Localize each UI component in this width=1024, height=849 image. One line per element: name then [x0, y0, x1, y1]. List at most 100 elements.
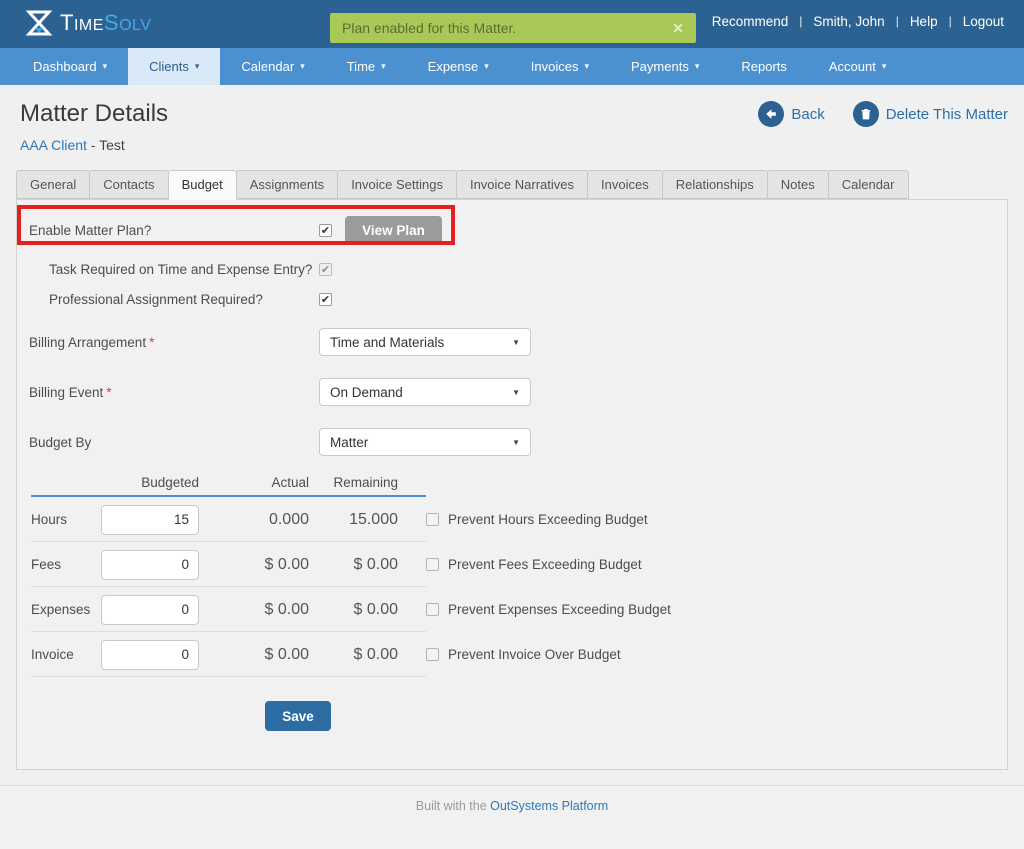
outsystems-link[interactable]: OutSystems Platform	[490, 799, 608, 813]
select-caret-icon: ▼	[512, 438, 520, 447]
professional-assignment-label: Professional Assignment Required?	[49, 292, 319, 307]
fees-remaining: $ 0.00	[309, 556, 398, 574]
nav-calendar[interactable]: Calendar▾	[220, 48, 325, 85]
billing-event-row: Billing Event* On Demand ▼	[17, 370, 1007, 414]
hours-remaining: 15.000	[309, 511, 398, 529]
select-caret-icon: ▼	[512, 338, 520, 347]
expenses-remaining: $ 0.00	[309, 601, 398, 619]
back-button[interactable]: Back	[758, 101, 824, 127]
tab-invoice-narratives[interactable]: Invoice Narratives	[456, 170, 588, 199]
tab-invoices[interactable]: Invoices	[587, 170, 663, 199]
user-link[interactable]: Smith, John	[813, 14, 884, 29]
budget-table-header: Budgeted Actual Remaining	[17, 464, 1007, 490]
separator: |	[896, 14, 899, 28]
tab-general[interactable]: General	[16, 170, 90, 199]
nav-account[interactable]: Account▾	[808, 48, 908, 85]
caret-down-icon: ▾	[584, 61, 589, 72]
expenses-budgeted-input[interactable]	[101, 595, 199, 625]
hourglass-logo-icon	[24, 8, 54, 38]
logo-text: TimeSolv	[60, 10, 151, 36]
tab-budget[interactable]: Budget	[168, 170, 237, 200]
invoice-budgeted-input[interactable]	[101, 640, 199, 670]
task-required-row: Task Required on Time and Expense Entry?…	[17, 254, 1007, 284]
billing-arrangement-row: Billing Arrangement* Time and Materials …	[17, 320, 1007, 364]
recommend-link[interactable]: Recommend	[712, 14, 789, 29]
budgeted-header: Budgeted	[101, 475, 199, 490]
tab-notes[interactable]: Notes	[767, 170, 829, 199]
budget-by-select[interactable]: Matter ▼	[319, 428, 531, 456]
separator: |	[949, 14, 952, 28]
enable-matter-plan-label: Enable Matter Plan?	[29, 223, 319, 238]
help-link[interactable]: Help	[910, 14, 938, 29]
billing-arrangement-select[interactable]: Time and Materials ▼	[319, 328, 531, 356]
expenses-label: Expenses	[31, 602, 101, 617]
tab-assignments[interactable]: Assignments	[236, 170, 338, 199]
tab-relationships[interactable]: Relationships	[662, 170, 768, 199]
caret-down-icon: ▾	[381, 61, 386, 72]
notification-banner: Plan enabled for this Matter. ✕	[330, 13, 696, 43]
invoice-row: Invoice $ 0.00 $ 0.00 Prevent Invoice Ov…	[17, 632, 1007, 677]
trash-icon	[853, 101, 879, 127]
prevent-expenses-label: Prevent Expenses Exceeding Budget	[448, 602, 671, 617]
remaining-header: Remaining	[309, 475, 398, 490]
nav-payments[interactable]: Payments▾	[610, 48, 720, 85]
tab-contacts[interactable]: Contacts	[89, 170, 168, 199]
matter-name: Test	[99, 137, 125, 153]
logout-link[interactable]: Logout	[963, 14, 1004, 29]
invoice-label: Invoice	[31, 647, 101, 662]
nav-invoices[interactable]: Invoices▾	[510, 48, 610, 85]
billing-arrangement-label: Billing Arrangement	[29, 335, 146, 350]
timesolv-logo[interactable]: TimeSolv	[24, 8, 151, 38]
actual-header: Actual	[199, 475, 309, 490]
save-button[interactable]: Save	[265, 701, 331, 731]
hours-label: Hours	[31, 512, 101, 527]
caret-down-icon: ▾	[103, 61, 108, 72]
close-icon[interactable]: ✕	[672, 20, 684, 37]
billing-event-select[interactable]: On Demand ▼	[319, 378, 531, 406]
tab-calendar[interactable]: Calendar	[828, 170, 909, 199]
nav-time[interactable]: Time▾	[326, 48, 407, 85]
tab-invoice-settings[interactable]: Invoice Settings	[337, 170, 457, 199]
prevent-fees-checkbox[interactable]	[426, 558, 439, 571]
hours-actual: 0.000	[199, 511, 309, 529]
app-header: TimeSolv Plan enabled for this Matter. ✕…	[0, 0, 1024, 48]
prevent-invoice-label: Prevent Invoice Over Budget	[448, 647, 621, 662]
caret-down-icon: ▾	[300, 61, 305, 72]
breadcrumb: AAA Client - Test	[20, 137, 1008, 153]
hours-row: Hours 0.000 15.000 Prevent Hours Exceedi…	[17, 497, 1007, 542]
nav-clients[interactable]: Clients▾	[128, 48, 220, 85]
caret-down-icon: ▾	[695, 61, 700, 72]
expenses-row: Expenses $ 0.00 $ 0.00 Prevent Expenses …	[17, 587, 1007, 632]
main-nav: Dashboard▾ Clients▾ Calendar▾ Time▾ Expe…	[0, 48, 1024, 85]
caret-down-icon: ▾	[882, 61, 887, 72]
task-required-checkbox: ✔	[319, 263, 332, 276]
budget-by-row: Budget By Matter ▼	[17, 420, 1007, 464]
back-arrow-icon	[758, 101, 784, 127]
budget-tab-panel: Enable Matter Plan? ✔ View Plan Task Req…	[16, 199, 1008, 770]
nav-reports[interactable]: Reports	[720, 48, 808, 85]
fees-row: Fees $ 0.00 $ 0.00 Prevent Fees Exceedin…	[17, 542, 1007, 587]
prevent-hours-checkbox[interactable]	[426, 513, 439, 526]
nav-expense[interactable]: Expense▾	[407, 48, 510, 85]
billing-event-label: Billing Event	[29, 385, 103, 400]
client-link[interactable]: AAA Client	[20, 137, 87, 153]
nav-dashboard[interactable]: Dashboard▾	[12, 48, 128, 85]
required-asterisk: *	[149, 335, 154, 350]
footer-text: Built with the	[416, 799, 490, 813]
fees-label: Fees	[31, 557, 101, 572]
page-title: Matter Details	[20, 100, 168, 128]
professional-assignment-checkbox[interactable]: ✔	[319, 293, 332, 306]
view-plan-button[interactable]: View Plan	[345, 216, 442, 245]
enable-matter-plan-checkbox[interactable]: ✔	[319, 224, 332, 237]
fees-actual: $ 0.00	[199, 556, 309, 574]
hours-budgeted-input[interactable]	[101, 505, 199, 535]
delete-matter-button[interactable]: Delete This Matter	[853, 101, 1008, 127]
caret-down-icon: ▾	[195, 61, 200, 72]
invoice-remaining: $ 0.00	[309, 646, 398, 664]
prevent-invoice-checkbox[interactable]	[426, 648, 439, 661]
fees-budgeted-input[interactable]	[101, 550, 199, 580]
enable-matter-plan-row: Enable Matter Plan? ✔ View Plan	[17, 206, 1007, 254]
required-asterisk: *	[106, 385, 111, 400]
prevent-expenses-checkbox[interactable]	[426, 603, 439, 616]
page-footer: Built with the OutSystems Platform	[0, 785, 1024, 849]
